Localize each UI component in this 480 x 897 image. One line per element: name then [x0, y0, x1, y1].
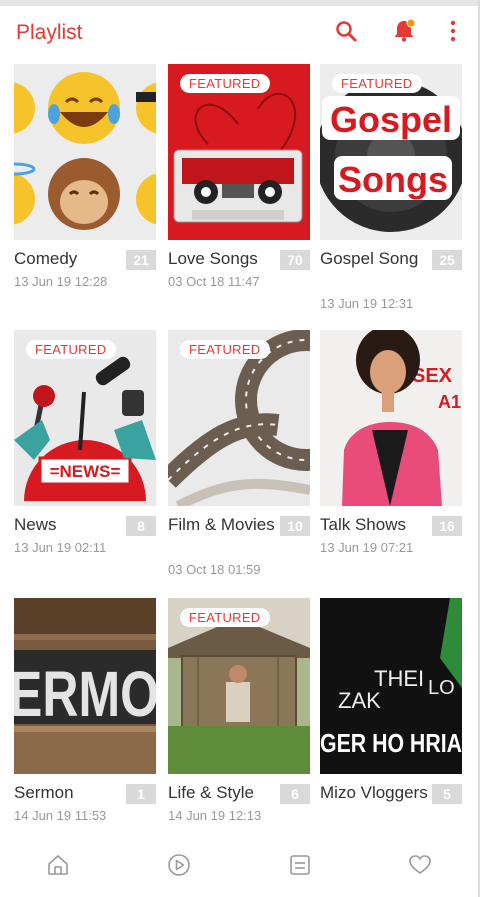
updated-date: 14 Jun 19 12:13 [168, 808, 262, 823]
thumbnail-love-songs: FEATURED [168, 64, 310, 240]
video-count-badge: 21 [126, 250, 156, 270]
featured-badge: FEATURED [332, 74, 422, 93]
video-count-badge: 10 [280, 516, 310, 536]
updated-date: 14 Jun 19 11:53 [14, 808, 107, 823]
bottom-navigation [0, 838, 480, 897]
video-count-badge: 16 [432, 516, 462, 536]
search-icon [336, 21, 357, 42]
updated-date: 13 Jun 19 07:21 [320, 540, 414, 555]
featured-badge: FEATURED [180, 608, 270, 627]
svg-text:ZAK: ZAK [338, 688, 381, 713]
thumbnail-title-line1: Gospel [330, 99, 452, 140]
nav-home[interactable] [45, 852, 73, 880]
video-count-badge: 8 [126, 516, 156, 536]
search-button[interactable] [331, 16, 361, 46]
playlist-icon [290, 855, 310, 875]
thumbnail-sermon-text: ERMO [14, 658, 156, 730]
playlist-name: Life & Style [168, 783, 254, 802]
video-count-badge: 5 [432, 784, 462, 804]
play-circle-icon [168, 854, 190, 876]
video-count-badge: 6 [280, 784, 310, 804]
svg-text:A1: A1 [438, 392, 461, 412]
more-vert-icon [450, 20, 456, 42]
page-title: Playlist [16, 21, 83, 44]
featured-badge: FEATURED [180, 340, 270, 359]
video-count-badge: 1 [126, 784, 156, 804]
playlist-name: Sermon [14, 783, 74, 802]
thumbnail-gospel-songs: Gospel Songs FEATURED [320, 64, 462, 240]
playlist-name: Gospel Song [320, 249, 419, 268]
notifications-button[interactable] [389, 16, 419, 46]
playlist-name: News [14, 515, 57, 534]
more-options-button[interactable] [438, 16, 468, 46]
updated-date: 03 Oct 18 11:47 [168, 274, 260, 289]
playlist-name: Film & Movies [168, 515, 275, 534]
playlist-name: Mizo Vloggers [320, 783, 428, 802]
thumbnail-film-movies: FEATURED [168, 330, 310, 506]
video-count-badge: 25 [432, 250, 462, 270]
home-icon [48, 855, 68, 875]
playlist-name: Comedy [14, 249, 78, 268]
svg-text:GER HO HRIA: GER HO HRIA [320, 728, 462, 758]
thumbnail-life-style: FEATURED [168, 598, 310, 774]
video-count-badge: 70 [280, 250, 310, 270]
thumbnail-title-line2: Songs [338, 159, 448, 200]
updated-date: 13 Jun 19 12:28 [14, 274, 108, 289]
bell-icon [394, 18, 416, 42]
featured-badge: FEATURED [180, 74, 270, 93]
playlist-name: Talk Shows [320, 515, 406, 534]
nav-videos[interactable] [166, 852, 194, 880]
thumbnail-comedy [14, 64, 156, 240]
thumbnail-sermon: ERMO [14, 598, 156, 774]
nav-playlist[interactable] [287, 852, 315, 880]
thumbnail-mizo-vloggers: THEI LO ZAK GER HO HRIA [320, 598, 462, 774]
featured-badge: FEATURED [26, 340, 116, 359]
playlist-name: Love Songs [168, 249, 258, 268]
svg-text:LO: LO [428, 677, 455, 699]
svg-text:THEI: THEI [374, 666, 424, 691]
nav-favorites[interactable] [407, 852, 435, 880]
app-bar: Playlist [0, 6, 480, 58]
heart-icon [409, 855, 431, 874]
updated-date: 13 Jun 19 02:11 [14, 540, 107, 555]
updated-date: 03 Oct 18 01:59 [168, 562, 261, 577]
thumbnail-talk-shows: SEX A1 [320, 330, 462, 506]
updated-date: 13 Jun 19 12:31 [320, 296, 414, 311]
thumbnail-news: =NEWS= FEATURED [14, 330, 156, 506]
thumbnail-news-text: =NEWS= [50, 462, 121, 481]
